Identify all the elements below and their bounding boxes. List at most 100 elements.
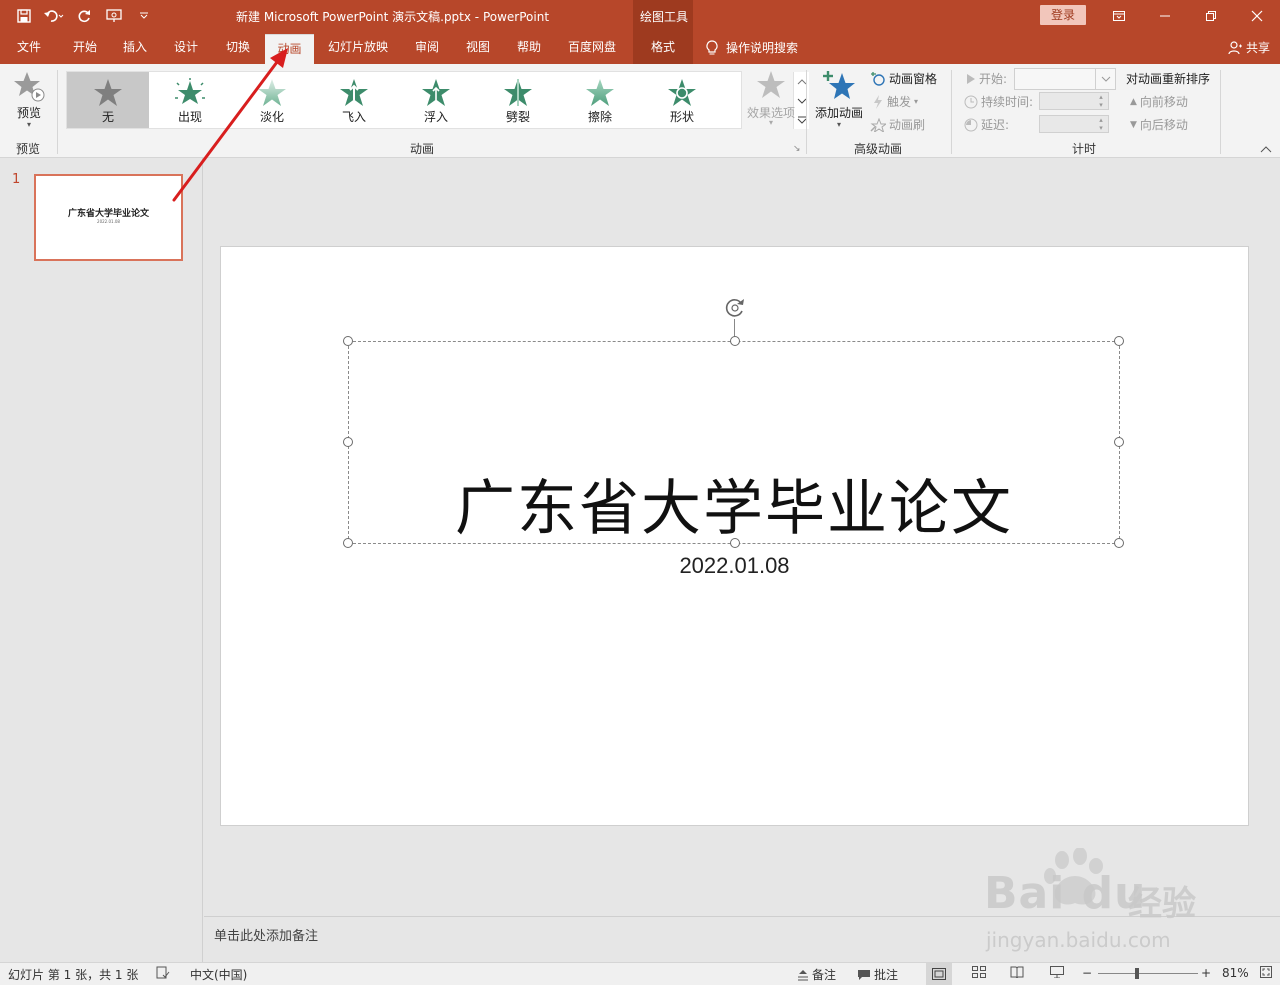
tab-design[interactable]: 设计 [165, 32, 207, 64]
slide-subtitle-date[interactable]: 2022.01.08 [221, 553, 1248, 579]
customize-qat-button[interactable] [132, 4, 156, 28]
tab-format[interactable]: 格式 [633, 32, 693, 64]
reading-view-button[interactable] [1010, 966, 1024, 978]
tab-file[interactable]: 文件 [8, 32, 50, 64]
share-label: 共享 [1245, 41, 1270, 55]
share-button[interactable]: 共享 [1228, 32, 1270, 64]
tab-help[interactable]: 帮助 [507, 32, 551, 64]
login-button[interactable]: 登录 [1040, 5, 1086, 25]
slide-title[interactable]: 广东省大学毕业论文 [349, 460, 1119, 547]
resize-handle[interactable] [1114, 437, 1124, 447]
animation-split[interactable]: 劈裂 [477, 72, 559, 128]
tell-me-search[interactable]: 操作说明搜索 [706, 32, 816, 64]
minimize-button[interactable] [1142, 0, 1188, 32]
zoom-out-button[interactable]: − [1082, 966, 1092, 980]
minimize-icon [1160, 15, 1170, 17]
collapse-ribbon-button[interactable] [1260, 142, 1272, 156]
chevron-down-icon [1095, 69, 1115, 89]
tab-baidu-netdisk[interactable]: 百度网盘 [560, 32, 624, 64]
redo-button[interactable] [72, 4, 96, 28]
group-separator [57, 70, 58, 154]
move-later-button[interactable]: ▼ 向后移动 [1130, 116, 1188, 133]
animation-shape[interactable]: 形状 [641, 72, 723, 128]
tab-review[interactable]: 审阅 [405, 32, 449, 64]
animation-pane-button[interactable]: 动画窗格 [870, 70, 937, 87]
animation-painter-button[interactable]: 动画刷 [870, 116, 925, 133]
comments-toggle-button[interactable]: 批注 [857, 966, 898, 983]
trigger-button[interactable]: 触发 ▾ [872, 93, 918, 110]
language-indicator[interactable]: 中文(中国) [190, 966, 247, 983]
tab-transitions[interactable]: 切换 [216, 32, 260, 64]
tab-animations[interactable]: 动画 [265, 34, 314, 64]
float-in-star-icon [422, 79, 450, 106]
animation-pane-label: 动画窗格 [889, 72, 938, 86]
rotate-handle-icon[interactable] [722, 295, 748, 321]
zoom-slider-thumb[interactable] [1135, 968, 1139, 979]
resize-handle[interactable] [730, 336, 740, 346]
dialog-launcher-icon[interactable]: ↘ [793, 144, 801, 154]
shape-star-icon [668, 79, 696, 106]
normal-view-button[interactable] [926, 963, 952, 985]
slide-number: 1 [12, 172, 21, 187]
add-animation-star-icon [823, 71, 855, 99]
tab-view[interactable]: 视图 [456, 32, 500, 64]
zoom-slider-track[interactable] [1098, 973, 1198, 974]
animation-float-in[interactable]: 浮入 [395, 72, 477, 128]
move-earlier-button[interactable]: ▲ 向前移动 [1130, 93, 1188, 110]
slide-thumbnail[interactable]: 广东省大学毕业论文 2022.01.08 [34, 174, 183, 261]
start-select[interactable] [1014, 68, 1116, 90]
notes-icon [798, 969, 808, 980]
slide-info: 幻灯片 第 1 张，共 1 张 [8, 968, 139, 982]
animation-painter-label: 动画刷 [889, 118, 926, 132]
accessibility-check-icon[interactable] [156, 966, 170, 980]
notes-pane[interactable]: 单击此处添加备注 [204, 916, 1280, 963]
close-icon [1251, 10, 1263, 22]
notes-placeholder[interactable]: 单击此处添加备注 [214, 925, 318, 944]
chevron-down-icon: ▾ [914, 97, 919, 106]
animation-wipe[interactable]: 擦除 [559, 72, 641, 128]
group-label-advanced-animation: 高级动画 [854, 142, 903, 156]
group-label-preview: 预览 [16, 142, 41, 156]
close-button[interactable] [1234, 0, 1280, 32]
animation-fade[interactable]: 淡化 [231, 72, 313, 128]
slideshow-view-button[interactable] [1050, 966, 1064, 978]
undo-button[interactable] [42, 4, 66, 28]
restore-icon [1206, 11, 1216, 21]
resize-handle[interactable] [1114, 336, 1124, 346]
resize-handle[interactable] [730, 538, 740, 548]
start-from-beginning-button[interactable] [102, 4, 126, 28]
restore-button[interactable] [1188, 0, 1234, 32]
context-tab-group-label: 绘图工具 [640, 10, 689, 24]
tab-insert[interactable]: 插入 [114, 32, 156, 64]
grid-icon [972, 966, 986, 978]
notes-toggle-button[interactable]: 备注 [797, 966, 836, 983]
tab-home[interactable]: 开始 [62, 32, 108, 64]
delay-spinner[interactable]: ▴ ▾ [1039, 115, 1109, 133]
trigger-label: 触发 [887, 95, 912, 109]
effect-options-button[interactable]: 效果选项 ▾ [746, 70, 796, 134]
animation-fly-in[interactable]: 飞入 [313, 72, 395, 128]
resize-handle[interactable] [343, 336, 353, 346]
resize-handle[interactable] [1114, 538, 1124, 548]
zoom-in-button[interactable]: + [1201, 966, 1211, 980]
resize-handle[interactable] [343, 538, 353, 548]
wipe-star-icon [586, 79, 614, 106]
animation-appear[interactable]: 出现 [149, 72, 231, 128]
person-icon [1228, 41, 1242, 55]
fit-to-window-button[interactable] [1260, 966, 1272, 978]
title-placeholder[interactable]: 广东省大学毕业论文 [343, 336, 1124, 548]
tab-slideshow[interactable]: 幻灯片放映 [322, 32, 394, 64]
duration-spinner[interactable]: ▴ ▾ [1039, 92, 1109, 110]
animation-label: 淡化 [259, 110, 284, 124]
save-button[interactable] [12, 4, 36, 28]
tell-me-label: 操作说明搜索 [726, 41, 799, 55]
chevron-down-icon: ▾ [26, 120, 31, 129]
preview-button[interactable]: 预览 ▾ [12, 70, 46, 134]
animation-none[interactable]: 无 [67, 72, 149, 128]
ribbon-display-options-button[interactable] [1096, 0, 1142, 32]
slide[interactable]: 广东省大学毕业论文 2022.01.08 [220, 246, 1249, 826]
add-animation-button[interactable]: 添加动画 ▾ [814, 70, 864, 136]
slide-sorter-view-button[interactable] [972, 966, 986, 978]
resize-handle[interactable] [343, 437, 353, 447]
zoom-level[interactable]: 81% [1222, 966, 1249, 980]
